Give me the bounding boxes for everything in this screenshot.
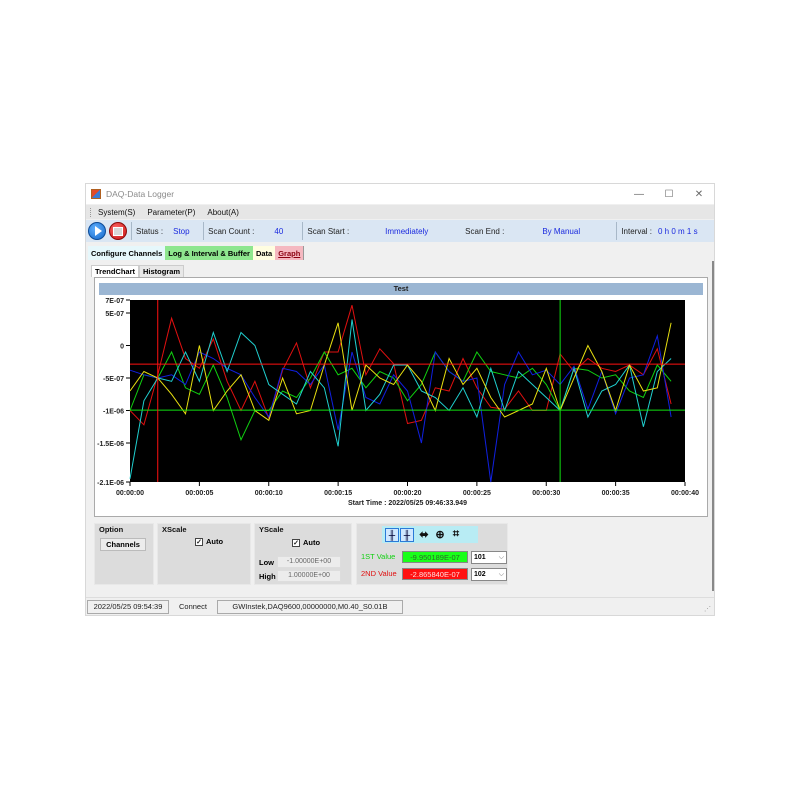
y-tick-label: 7E-07: [105, 298, 124, 305]
tab-histogram[interactable]: Histogram: [139, 265, 185, 277]
channels-button[interactable]: Channels: [100, 538, 146, 551]
resize-grip-icon[interactable]: ⋰: [704, 605, 712, 613]
menu-parameter[interactable]: Parameter(P): [147, 208, 195, 217]
stop-button[interactable]: [109, 222, 127, 240]
zoom-in-icon[interactable]: ⊕: [433, 528, 447, 542]
x-tick-label: 00:00:25: [463, 490, 491, 497]
graph-panel: TrendChart Histogram Test 7E-07 5E-07 0 -5E…: [88, 261, 714, 591]
first-channel-select[interactable]: 101 ⌵: [471, 551, 507, 564]
scan-end-value: By Manual: [542, 226, 581, 236]
scan-end-label: Scan End :: [465, 226, 505, 236]
option-title: Option: [99, 525, 124, 534]
menu-about[interactable]: About(A): [207, 208, 239, 217]
menu-bar: System(S) Parameter(P) About(A): [86, 205, 714, 219]
y-tick-label: -5E-07: [103, 376, 124, 383]
low-input[interactable]: -1.00000E+00: [277, 556, 341, 568]
app-icon: [91, 189, 101, 199]
app-window: DAQ-Data Logger — ☐ ✕ System(S) Paramete…: [85, 183, 715, 616]
x-tick-label: 00:00:20: [393, 490, 421, 497]
title-bar: DAQ-Data Logger — ☐ ✕: [86, 184, 714, 204]
x-tick-label: 00:00:30: [532, 490, 560, 497]
menu-system[interactable]: System(S): [98, 208, 135, 217]
interval-label: Interval :: [621, 226, 652, 236]
yscale-title: YScale: [259, 525, 284, 534]
interval-value: 0 h 0 m 1 s: [658, 226, 698, 236]
chevron-down-icon: ⌵: [498, 554, 504, 561]
status-device: GWInstek,DAQ9600,00000000,M0.40_S0.01B: [216, 599, 403, 614]
tab-graph[interactable]: Graph: [275, 246, 305, 260]
separator: [131, 222, 132, 240]
high-input[interactable]: 1.00000E+00: [277, 570, 341, 582]
scan-start-value: Immediately: [385, 226, 429, 236]
trend-chart: Test 7E-07 5E-07 0 -5E-07 -1E-06 -1.5E-06 -2.1…: [94, 277, 708, 517]
y-tick-label: 0: [120, 344, 124, 351]
pan-icon[interactable]: ⬌: [417, 528, 431, 542]
status-value: Stop: [173, 226, 190, 236]
cursor-1-icon[interactable]: ╫: [385, 527, 399, 542]
chart-options-panel: Option Channels XScale ✓ Auto YScale ✓ A…: [92, 523, 712, 589]
minimize-button[interactable]: —: [624, 184, 654, 204]
separator: [616, 222, 618, 240]
status-datetime: 2022/05/25 09:54:39: [87, 599, 169, 614]
y-tick-label: 5E-07: [105, 311, 124, 318]
separator: [203, 222, 205, 240]
second-value-label: 2ND Value: [361, 569, 397, 578]
tab-log-interval-buffer[interactable]: Log & Interval & Buffer: [165, 246, 253, 260]
second-channel-value: 102: [474, 571, 486, 578]
status-bar: 2022/05/25 09:54:39 Connect GWInstek,DAQ…: [86, 597, 714, 615]
yscale-auto-label: Auto: [303, 538, 321, 547]
chart-canvas[interactable]: 7E-07 5E-07 0 -5E-07 -1E-06 -1.5E-06 -2.1E-06 0…: [95, 278, 709, 518]
status-connection: Connect: [179, 602, 207, 611]
x-tick-label: 00:00:40: [671, 490, 699, 497]
first-value-field: -9.950189E-07: [402, 551, 468, 563]
x-tick-label: 00:00:10: [255, 490, 283, 497]
x-tick-label: 00:00:15: [324, 490, 352, 497]
high-label: High: [259, 572, 276, 581]
start-button[interactable]: [88, 222, 106, 240]
tab-data[interactable]: Data: [252, 246, 276, 260]
tab-trendchart[interactable]: TrendChart: [91, 265, 140, 277]
xscale-group: XScale ✓ Auto: [157, 523, 251, 585]
x-tick-label: 00:00:35: [602, 490, 630, 497]
second-value-field: -2.865840E-07: [402, 568, 468, 580]
y-tick-label: -1.5E-06: [97, 441, 124, 448]
window-title: DAQ-Data Logger: [106, 189, 175, 199]
scan-start-label: Scan Start :: [307, 226, 350, 236]
close-button[interactable]: ✕: [684, 184, 714, 204]
low-label: Low: [259, 558, 274, 567]
cursor-toolbar: ╫ ╫ ⬌ ⊕ ⌗: [382, 526, 478, 543]
status-label: Status :: [136, 226, 164, 236]
scan-count-value: 40: [274, 226, 284, 236]
toolbar: Status : Stop Scan Count : 40 Scan Start…: [86, 220, 714, 242]
tab-configure-channels[interactable]: Configure Channels: [88, 246, 166, 260]
x-axis-label: Start Time : 2022/05/25 09:46:33.949: [348, 500, 467, 507]
x-tick-label: 00:00:00: [116, 490, 144, 497]
cursor-group: ╫ ╫ ⬌ ⊕ ⌗ 1ST Value -9.950189E-07 101 ⌵ …: [356, 523, 508, 585]
fit-icon[interactable]: ⌗: [449, 528, 463, 542]
menu-grip: [90, 207, 92, 217]
yscale-auto-checkbox[interactable]: ✓ Auto: [292, 538, 320, 547]
xscale-title: XScale: [162, 525, 187, 534]
checkbox-icon[interactable]: ✓: [292, 538, 300, 547]
option-group: Option Channels: [94, 523, 154, 585]
xscale-auto-label: Auto: [206, 537, 224, 546]
maximize-button[interactable]: ☐: [654, 184, 684, 204]
main-tabs: Configure Channels Log & Interval & Buff…: [88, 246, 305, 260]
cursor-2-icon[interactable]: ╫: [400, 527, 414, 542]
scan-count-label: Scan Count :: [208, 226, 255, 236]
separator: [302, 222, 304, 240]
xscale-auto-checkbox[interactable]: ✓ Auto: [195, 537, 223, 546]
x-tick-label: 00:00:05: [185, 490, 213, 497]
chevron-down-icon: ⌵: [498, 571, 504, 578]
first-value-label: 1ST Value: [361, 552, 396, 561]
sub-tabs: TrendChart Histogram: [91, 265, 185, 277]
first-channel-value: 101: [474, 554, 486, 561]
yscale-group: YScale ✓ Auto Low -1.00000E+00 High 1.00…: [254, 523, 352, 585]
y-tick-label: -1E-06: [103, 409, 124, 416]
checkbox-icon[interactable]: ✓: [195, 537, 203, 546]
y-tick-label: -2.1E-06: [97, 480, 124, 487]
second-channel-select[interactable]: 102 ⌵: [471, 568, 507, 581]
